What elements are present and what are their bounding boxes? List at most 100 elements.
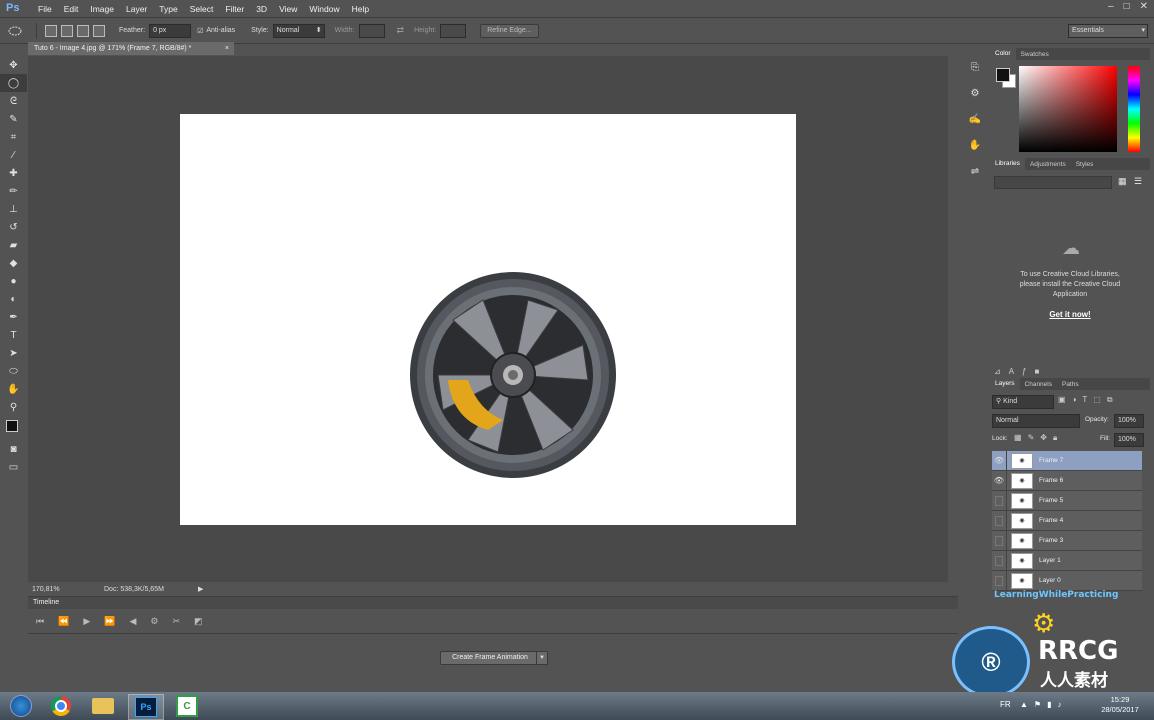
healing-tool-icon[interactable]: ✚: [0, 164, 27, 182]
lock-paint-icon[interactable]: ✎: [1028, 433, 1035, 443]
tray-arrow-icon[interactable]: ▲: [1020, 700, 1028, 709]
marquee-tool-icon[interactable]: ◯: [0, 74, 27, 92]
foreground-color[interactable]: [996, 68, 1010, 82]
opacity-input[interactable]: 100%: [1114, 414, 1144, 428]
menu-view[interactable]: View: [273, 4, 303, 14]
properties-icon[interactable]: ⚙: [962, 84, 988, 102]
camtasia-icon[interactable]: C: [170, 694, 204, 718]
quick-select-tool-icon[interactable]: ✎: [0, 110, 27, 128]
hand-tool-icon[interactable]: ✋: [0, 380, 27, 398]
tab-swatches[interactable]: Swatches: [1016, 51, 1054, 58]
eye-icon[interactable]: 👁︎: [992, 451, 1007, 470]
path-select-icon[interactable]: ➤: [0, 344, 27, 362]
quick-mask-icon[interactable]: ◙: [0, 440, 27, 458]
document-tab[interactable]: Tuto 6 - Image 4.jpg @ 171% (Frame 7, RG…: [28, 42, 234, 55]
menu-type[interactable]: Type: [153, 4, 183, 14]
library-select[interactable]: [994, 176, 1112, 189]
network-icon[interactable]: ▮: [1047, 700, 1051, 709]
adjust-icon[interactable]: ⇌: [962, 162, 988, 180]
screen-mode-icon[interactable]: ▭: [0, 458, 27, 476]
history-icon[interactable]: ⎘: [962, 58, 988, 76]
visibility-toggle[interactable]: [992, 551, 1007, 570]
eyedropper-tool-icon[interactable]: ⁄: [0, 146, 27, 164]
zoom-tool-icon[interactable]: ⚲: [0, 398, 27, 416]
eraser-tool-icon[interactable]: ▰: [0, 236, 27, 254]
blur-tool-icon[interactable]: ●: [0, 272, 27, 290]
blend-mode-select[interactable]: Normal: [992, 414, 1080, 428]
history-brush-icon[interactable]: ↺: [0, 218, 27, 236]
tab-styles[interactable]: Styles: [1071, 161, 1099, 168]
get-it-now-link[interactable]: Get it now!: [1030, 310, 1110, 319]
create-frame-animation-button[interactable]: Create Frame Animation: [440, 651, 540, 665]
prev-frame-icon[interactable]: ⏪: [58, 616, 69, 627]
lasso-tool-icon[interactable]: ᘓ: [0, 92, 27, 110]
tab-paths[interactable]: Paths: [1057, 381, 1084, 388]
brushes-icon[interactable]: ✍: [962, 110, 988, 128]
fx-icon[interactable]: ƒ: [1022, 367, 1026, 376]
adjustment-filter-icon[interactable]: ◑: [1072, 395, 1077, 405]
layer-row[interactable]: ◉ Frame 3: [992, 531, 1142, 551]
visibility-toggle[interactable]: [992, 511, 1007, 530]
settings-icon[interactable]: ⚙: [150, 616, 158, 627]
split-icon[interactable]: ✂: [172, 616, 180, 627]
layer-row[interactable]: 👁︎ ◉ Frame 6: [992, 471, 1142, 491]
refine-edge-button[interactable]: Refine Edge...: [480, 23, 539, 38]
language-indicator[interactable]: FR: [1000, 700, 1011, 709]
first-frame-icon[interactable]: ⏮: [36, 616, 44, 627]
flag-icon[interactable]: ⚑: [1034, 700, 1041, 709]
layer-row[interactable]: ◉ Frame 5: [992, 491, 1142, 511]
menu-help[interactable]: Help: [346, 4, 375, 14]
color-picker-field[interactable]: [1019, 66, 1117, 152]
brush-tool-icon[interactable]: ✏: [0, 182, 27, 200]
feather-input[interactable]: 0 px: [149, 23, 192, 38]
elliptical-marquee-icon[interactable]: [0, 26, 30, 36]
chevron-down-icon[interactable]: ▼: [536, 651, 548, 665]
visibility-toggle[interactable]: [992, 531, 1007, 550]
status-arrow-icon[interactable]: ▶: [198, 585, 203, 593]
audio-icon[interactable]: ◀: [129, 616, 136, 627]
add-content-icon[interactable]: ⊿: [994, 367, 1001, 376]
volume-icon[interactable]: ♪: [1058, 700, 1062, 709]
menu-edit[interactable]: Edit: [58, 4, 85, 14]
paint-bucket-icon[interactable]: ◆: [0, 254, 27, 272]
text-icon[interactable]: A: [1009, 367, 1014, 376]
menu-image[interactable]: Image: [84, 4, 120, 14]
lock-pixels-icon[interactable]: ▦: [1014, 433, 1022, 443]
layer-row[interactable]: ◉ Frame 4: [992, 511, 1142, 531]
chrome-icon[interactable]: [44, 694, 78, 718]
intersect-selection-icon[interactable]: [93, 24, 105, 37]
visibility-toggle[interactable]: [992, 571, 1007, 590]
type-tool-icon[interactable]: T: [0, 326, 27, 344]
layer-row[interactable]: ◉ Layer 0: [992, 571, 1142, 591]
menu-filter[interactable]: Filter: [219, 4, 250, 14]
pen-tool-icon[interactable]: ✒: [0, 308, 27, 326]
layer-row[interactable]: 👁︎ ◉ Frame 7: [992, 451, 1142, 471]
zoom-level[interactable]: 170,81%: [32, 586, 92, 593]
subtract-selection-icon[interactable]: [77, 24, 89, 37]
shape-tool-icon[interactable]: ⬭: [0, 362, 27, 380]
fill-input[interactable]: 100%: [1114, 433, 1144, 447]
close-button[interactable]: ✕: [1140, 1, 1148, 12]
maximize-button[interactable]: □: [1124, 1, 1130, 12]
clock[interactable]: 15:29 28/05/2017: [1090, 695, 1150, 715]
layer-filter-select[interactable]: ⚲ Kind: [992, 395, 1054, 409]
smart-filter-icon[interactable]: ⧉: [1107, 395, 1113, 405]
tab-channels[interactable]: Channels: [1020, 381, 1057, 388]
tab-color[interactable]: Color: [990, 48, 1016, 60]
add-selection-icon[interactable]: [61, 24, 73, 37]
hue-slider[interactable]: [1128, 66, 1140, 152]
visibility-toggle[interactable]: [992, 491, 1007, 510]
tab-libraries[interactable]: Libraries: [990, 158, 1025, 170]
grid-view-icon[interactable]: ▦: [1118, 176, 1127, 187]
photoshop-taskbar-icon[interactable]: Ps: [128, 694, 164, 720]
move-tool-icon[interactable]: ✥: [0, 56, 27, 74]
list-view-icon[interactable]: ☰: [1134, 176, 1142, 187]
menu-window[interactable]: Window: [303, 4, 345, 14]
workspace-select[interactable]: Essentials ▾: [1068, 23, 1148, 38]
lock-position-icon[interactable]: ✥: [1040, 433, 1047, 443]
menu-layer[interactable]: Layer: [120, 4, 153, 14]
menu-file[interactable]: File: [32, 4, 58, 14]
menu-select[interactable]: Select: [184, 4, 220, 14]
color-swatches-icon[interactable]: [0, 416, 27, 440]
close-tab-icon[interactable]: ×: [225, 42, 229, 55]
